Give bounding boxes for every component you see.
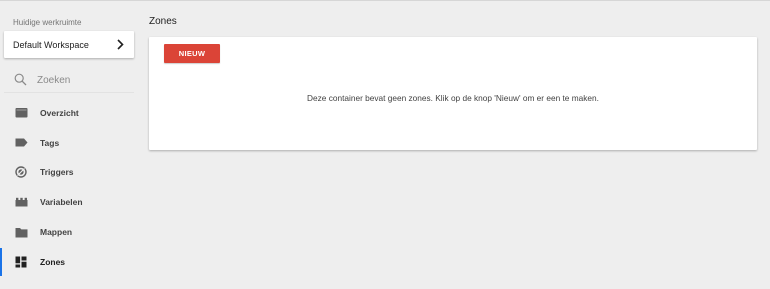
sidebar-item-label: Variabelen [40,197,83,208]
search-box [4,67,134,93]
sidebar-item-tags[interactable]: Tags [0,128,140,158]
sidebar-item-label: Tags [40,137,60,148]
page-title: Zones [149,16,177,27]
sidebar-item-triggers[interactable]: Triggers [0,158,140,188]
sidebar-item-variabelen[interactable]: Variabelen [0,187,140,217]
variable-icon [14,196,28,208]
workspace-label: Huidige werkruimte [13,18,82,27]
tag-icon [14,137,28,149]
zones-icon [14,256,28,268]
sidebar-item-label: Triggers [40,167,74,178]
folder-overview-icon [14,107,28,119]
search-input[interactable] [37,71,129,89]
sidebar-item-label: Mappen [40,227,73,238]
sidebar-item-overzicht[interactable]: Overzicht [0,98,140,128]
new-zone-button[interactable]: NIEUW [164,44,220,63]
sidebar-item-mappen[interactable]: Mappen [0,217,140,247]
sidebar: Huidige werkruimte Default Workspace Zoe… [0,1,140,289]
chevron-right-icon [117,39,124,50]
workspace-name: Default Workspace [13,39,89,50]
sidebar-item-label: Overzicht [40,107,79,118]
search-icon [14,73,27,86]
folder-icon [14,226,28,238]
sidebar-nav: Overzicht Tags Triggers Variabelen Mappe… [0,98,140,277]
workspace-selector[interactable]: Default Workspace [4,31,134,58]
zones-card: NIEUW Deze container bevat geen zones. K… [149,37,757,150]
empty-state-message: Deze container bevat geen zones. Klik op… [307,93,599,103]
app-window: Huidige werkruimte Default Workspace Zoe… [0,0,770,289]
trigger-icon [14,166,28,179]
sidebar-item-zones[interactable]: Zones [0,247,140,277]
sidebar-item-label: Zones [40,256,66,267]
